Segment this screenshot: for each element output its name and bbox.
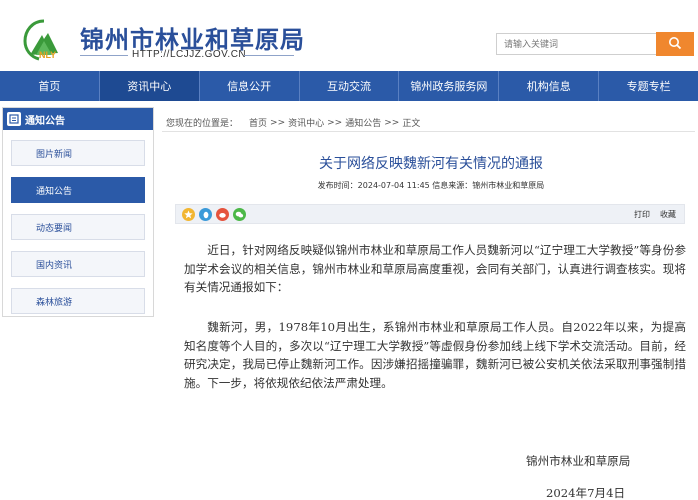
article-date: 2024年7月4日 xyxy=(546,486,626,500)
main-nav: 首页 资讯中心 信息公开 互动交流 锦州政务服务网 机构信息 专题专栏 xyxy=(0,71,698,101)
nav-item-info-disclosure[interactable]: 信息公开 xyxy=(200,71,300,101)
svg-text:NLY: NLY xyxy=(39,50,56,60)
sidebar-item-dynamic-news[interactable]: 动态要闻 xyxy=(11,214,145,240)
breadcrumb-current: 正文 xyxy=(402,119,421,129)
header: NLY 锦州市林业和草原局 HTTP://LCJJZ.GOV.CN xyxy=(0,0,698,70)
breadcrumb-separator: >> xyxy=(270,117,286,128)
sidebar-item-picture-news[interactable]: 图片新闻 xyxy=(11,140,145,166)
article-meta: 发布时间：2024-07-04 11:45 信息来源：锦州市林业和草原局 xyxy=(317,181,545,190)
article-paragraph: 魏新河，男，1978年10月出生，系锦州市林业和草原局工作人员。自2022年以来… xyxy=(184,320,686,391)
search-icon xyxy=(668,36,682,53)
breadcrumb-divider xyxy=(162,131,695,132)
article-signature: 锦州市林业和草原局 xyxy=(526,454,631,468)
nav-item-interaction[interactable]: 互动交流 xyxy=(300,71,400,101)
search-button[interactable] xyxy=(656,32,694,56)
url-divider-left xyxy=(80,55,128,56)
nav-item-news-center[interactable]: 资讯中心 xyxy=(99,71,200,101)
sidebar-item-forest-tourism[interactable]: 森林旅游 xyxy=(11,288,145,314)
share-icons xyxy=(182,208,246,221)
sidebar-header: 通知公告 xyxy=(3,108,153,130)
share-wechat-icon[interactable] xyxy=(233,208,246,221)
favorite-link[interactable]: 收藏 xyxy=(660,209,676,220)
nav-item-home[interactable]: 首页 xyxy=(0,71,100,101)
site-url: HTTP://LCJJZ.GOV.CN xyxy=(132,49,247,60)
share-qzone-icon[interactable] xyxy=(182,208,195,221)
breadcrumb: 您现在的位置是： 首页 >> 资讯中心 >> 通知公告 >> 正文 xyxy=(166,116,423,130)
share-weibo-icon[interactable] xyxy=(216,208,229,221)
share-qq-icon[interactable] xyxy=(199,208,212,221)
article-title: 关于网络反映魏新河有关情况的通报 xyxy=(319,156,543,172)
article-toolbar: 打印 收藏 xyxy=(175,204,685,224)
tool-links: 打印 收藏 xyxy=(634,209,676,220)
nav-item-gov-service[interactable]: 锦州政务服务网 xyxy=(399,71,500,101)
sidebar-item-domestic-news[interactable]: 国内资讯 xyxy=(11,251,145,277)
breadcrumb-notices[interactable]: 通知公告 xyxy=(345,116,381,129)
sidebar-header-label: 通知公告 xyxy=(25,115,65,127)
sidebar: 通知公告 图片新闻 通知公告 动态要闻 国内资讯 森林旅游 xyxy=(2,107,154,317)
notice-icon xyxy=(7,112,21,126)
url-divider-right xyxy=(244,55,294,56)
print-link[interactable]: 打印 xyxy=(634,209,650,220)
nav-item-special-topics[interactable]: 专题专栏 xyxy=(599,71,698,101)
search-input[interactable] xyxy=(496,33,656,55)
nav-item-organization[interactable]: 机构信息 xyxy=(499,71,600,101)
sidebar-item-notices[interactable]: 通知公告 xyxy=(11,177,145,203)
breadcrumb-separator: >> xyxy=(327,117,343,128)
site-logo[interactable]: NLY xyxy=(22,17,66,61)
breadcrumb-prefix: 您现在的位置是： xyxy=(166,119,239,129)
article-paragraph: 近日，针对网络反映疑似锦州市林业和草原局工作人员魏新河以“辽宁理工大学教授”等身… xyxy=(184,243,686,295)
breadcrumb-separator: >> xyxy=(384,117,400,128)
breadcrumb-news-center[interactable]: 资讯中心 xyxy=(288,116,324,129)
breadcrumb-home[interactable]: 首页 xyxy=(249,116,267,129)
